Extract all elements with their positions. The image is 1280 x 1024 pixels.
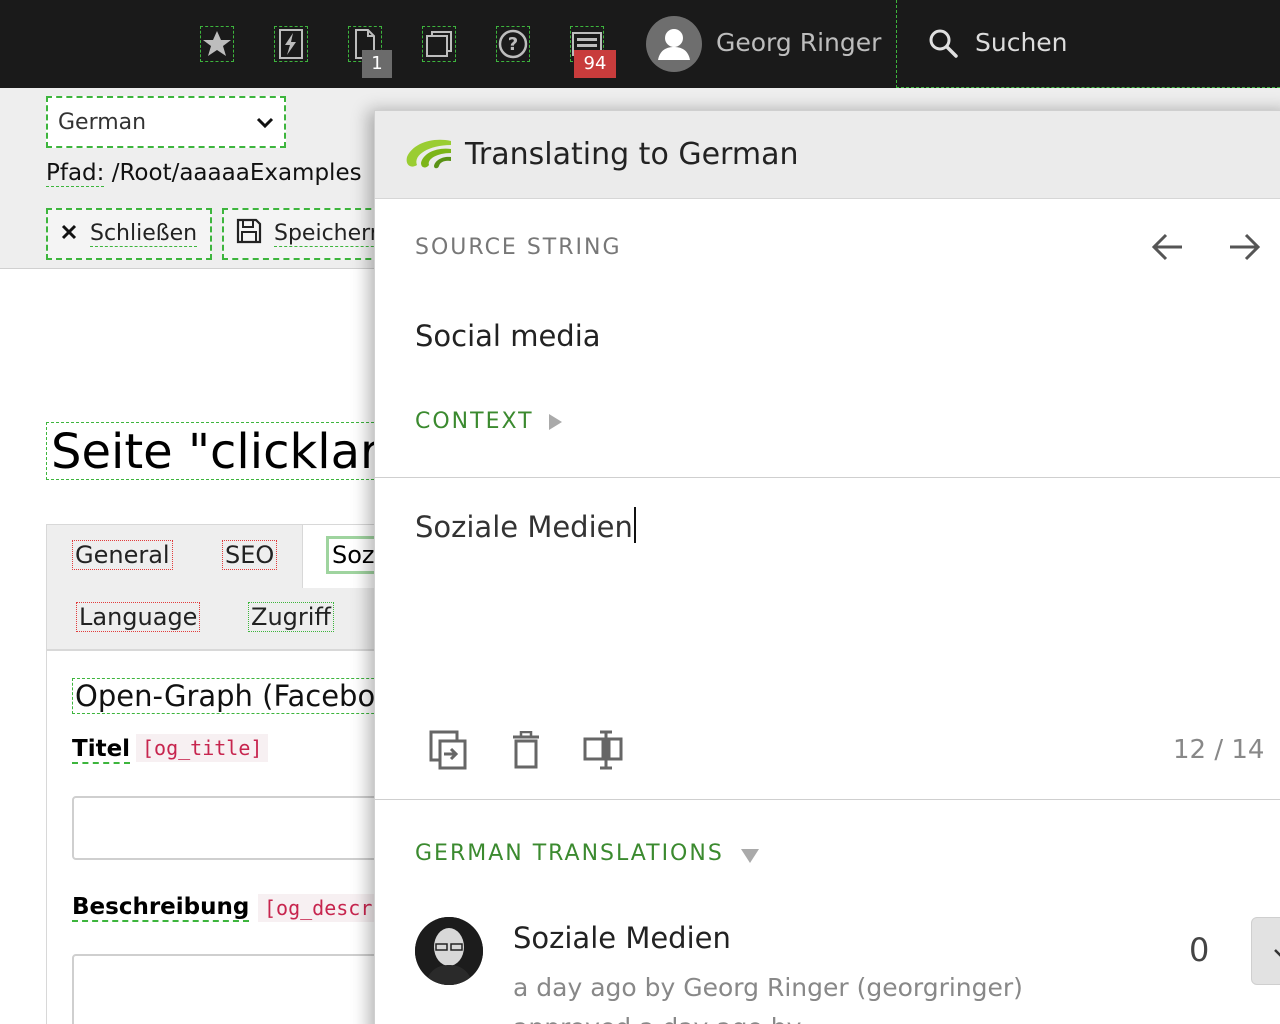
search-label: Suchen [975,28,1068,57]
lightning-icon[interactable] [274,26,308,62]
path-label: Pfad: [46,160,105,187]
tab-language[interactable]: Language [76,602,201,632]
next-arrow-icon[interactable] [1225,227,1265,267]
context-expand-icon[interactable] [549,414,562,430]
translation-editor-value: Soziale Medien [415,510,633,544]
opendocs-count-badge: 1 [362,50,392,78]
close-button-label: Schließen [90,221,198,247]
user-name[interactable]: Georg Ringer [716,28,881,57]
previous-arrow-icon[interactable] [1147,227,1187,267]
title-field-label: Titel [72,736,131,764]
panel-title: Translating to German [465,137,799,172]
language-select-value: German [58,109,147,135]
panel-header: Translating to German [375,111,1280,199]
section-header: Open-Graph (Facebook) [72,678,425,714]
string-counter: 12 / 14 [1173,735,1265,765]
save-button-label: Speichern [274,221,384,247]
translations-collapse-icon[interactable] [741,849,759,863]
path-value: /Root/aaaaaExamples [111,160,362,186]
top-toolbar: 1 ? 94 Georg Ringer Suchen [0,0,1280,88]
help-icon[interactable]: ? [496,26,530,62]
text-caret [633,507,636,543]
description-field-label: Beschreibung [72,894,250,922]
chevron-down-icon [1272,946,1280,965]
context-toggle[interactable]: CONTEXT [415,409,534,434]
svg-text:?: ? [508,34,518,55]
trash-icon[interactable] [503,727,549,773]
user-avatar[interactable] [646,16,702,72]
page-title: Seite "clicklarg [46,422,415,480]
breadcrumb: Pfad: /Root/aaaaaExamples [46,160,362,187]
vote-down-button[interactable] [1251,917,1280,985]
divider [375,799,1280,800]
translation-editor[interactable]: Soziale Medien [415,507,636,544]
vote-count: 0 [1189,931,1210,969]
search-toggle[interactable]: Suchen [896,0,1280,88]
language-select[interactable]: German [46,96,286,148]
translations-toggle[interactable]: GERMAN TRANSLATIONS [415,841,724,866]
tab-general[interactable]: General [72,540,173,570]
title-field-code: [og_title] [136,734,269,762]
divider [375,477,1280,478]
tab-seo[interactable]: SEO [222,540,278,570]
crowdin-logo-icon [403,135,455,179]
source-string-label: SOURCE STRING [415,235,622,260]
copy-source-icon[interactable] [425,727,471,773]
search-icon [927,27,959,63]
translator-avatar [415,917,483,985]
tab-access[interactable]: Zugriff [248,602,334,632]
close-icon [60,222,78,247]
window-icon[interactable] [422,26,456,62]
close-button[interactable]: Schließen [46,208,212,260]
system-info-count-badge: 94 [574,50,616,78]
save-icon [236,218,262,250]
suggestion-text[interactable]: Soziale Medien [513,921,731,955]
chevron-down-icon [256,110,274,135]
star-icon[interactable] [200,26,234,62]
split-text-icon[interactable] [581,727,627,773]
translation-panel: Translating to German SOURCE STRING Soci… [374,110,1280,1024]
source-string-text: Social media [415,319,601,353]
suggestion-approval-meta: approved a day ago by [513,1013,801,1024]
suggestion-meta: a day ago by Georg Ringer (georgringer) [513,973,1023,1002]
